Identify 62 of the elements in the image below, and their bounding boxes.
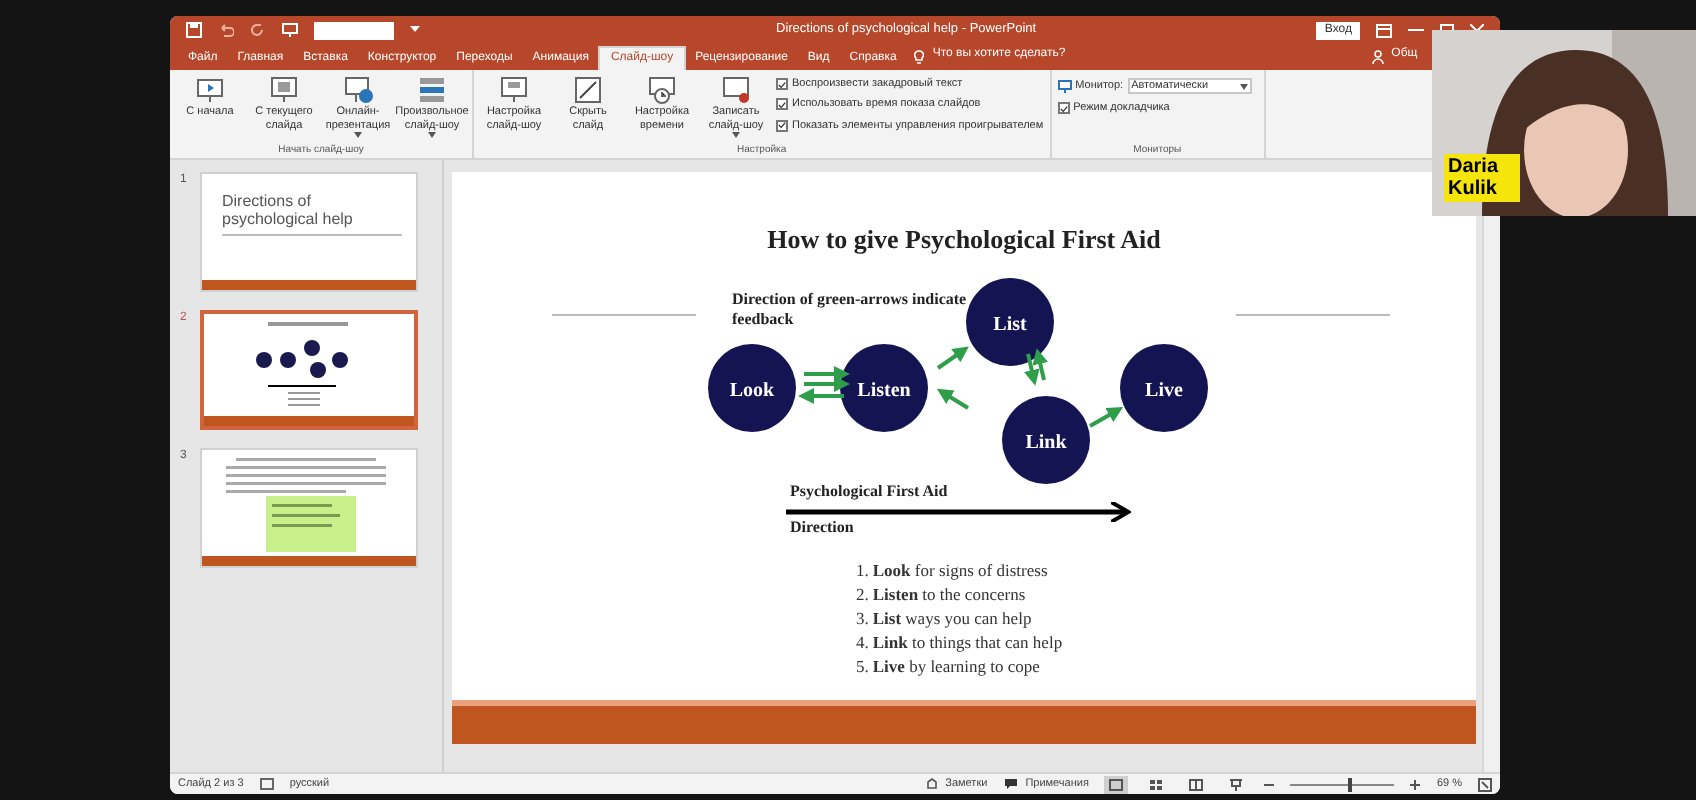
list-item-text: Listen to the concerns xyxy=(872,584,1026,606)
thumbnail-title: Directions of psychological help xyxy=(222,192,355,228)
check-icon xyxy=(1059,103,1068,114)
redo-icon[interactable] xyxy=(250,22,266,38)
list-number: 1. xyxy=(856,560,869,582)
grid-view-icon xyxy=(1148,777,1165,791)
node-circle: Link xyxy=(1002,396,1090,484)
participant-name: Daria Kulik xyxy=(1444,154,1520,202)
feedback-arrow xyxy=(1023,353,1040,386)
zoom-out-icon xyxy=(1264,779,1275,789)
lightbulb-icon xyxy=(914,50,925,64)
list-number: 2. xyxy=(856,584,869,606)
slideshow-view-icon xyxy=(1228,777,1245,791)
checkbox[interactable] xyxy=(776,78,788,91)
comment-icon xyxy=(1003,778,1018,790)
reading-view-icon xyxy=(1188,777,1205,791)
monitor-icon xyxy=(1057,79,1072,94)
feedback-arrow xyxy=(936,388,970,410)
spellcheck-icon xyxy=(259,778,274,790)
list-item-text: Link to things that can help xyxy=(872,632,1063,654)
checkbox[interactable] xyxy=(1057,102,1070,115)
slider-thumb[interactable] xyxy=(1348,777,1353,791)
list-number: 4. xyxy=(856,632,869,654)
caret-icon xyxy=(732,132,740,138)
list-item-text: List ways you can help xyxy=(872,608,1032,630)
view-button[interactable] xyxy=(1184,775,1209,793)
presentation-icon[interactable] xyxy=(282,22,298,38)
caret-icon xyxy=(428,132,436,138)
view-button[interactable] xyxy=(1104,775,1129,793)
fit-slide-icon xyxy=(1478,777,1492,791)
zoom-in-icon xyxy=(1410,779,1421,789)
normal-view-icon xyxy=(1108,777,1125,791)
slide-thumbnail[interactable] xyxy=(200,310,418,430)
node-circle: List xyxy=(966,278,1054,366)
node-circle: Listen xyxy=(840,344,928,432)
save-icon[interactable] xyxy=(186,22,202,38)
list-item-text: Look for signs of distress xyxy=(872,560,1048,582)
list-icon xyxy=(416,74,448,106)
arrow-label: Direction xyxy=(790,516,854,540)
checkbox[interactable] xyxy=(776,98,788,111)
undo-icon[interactable] xyxy=(218,22,234,38)
caret-icon[interactable] xyxy=(410,26,420,34)
feedback-note: Direction of green-arrows indicate feedback xyxy=(732,290,969,330)
person-icon xyxy=(1371,50,1384,64)
caret-icon xyxy=(1239,83,1248,90)
node-circle: Look xyxy=(708,344,796,432)
slide-title: How to give Psychological First Aid xyxy=(765,222,1163,258)
feedback-arrow xyxy=(1032,348,1049,381)
slide-thumbnail[interactable]: Directions of psychological help xyxy=(200,172,418,292)
font-field[interactable] xyxy=(314,21,394,39)
slide-thumbnail[interactable] xyxy=(200,448,418,568)
list-number: 3. xyxy=(856,608,869,630)
list-item-text: Live by learning to cope xyxy=(872,656,1040,678)
feedback-arrow xyxy=(1089,407,1124,428)
ribbon-display-icon[interactable] xyxy=(1376,23,1392,37)
list-number: 5. xyxy=(856,656,869,678)
arrow-label: Psychological First Aid xyxy=(790,480,948,504)
feedback-arrow xyxy=(936,346,969,370)
caret-icon xyxy=(354,132,362,138)
checkbox[interactable] xyxy=(776,119,788,132)
node-circle: Live xyxy=(1120,344,1208,432)
minimize-icon[interactable] xyxy=(1408,28,1424,32)
